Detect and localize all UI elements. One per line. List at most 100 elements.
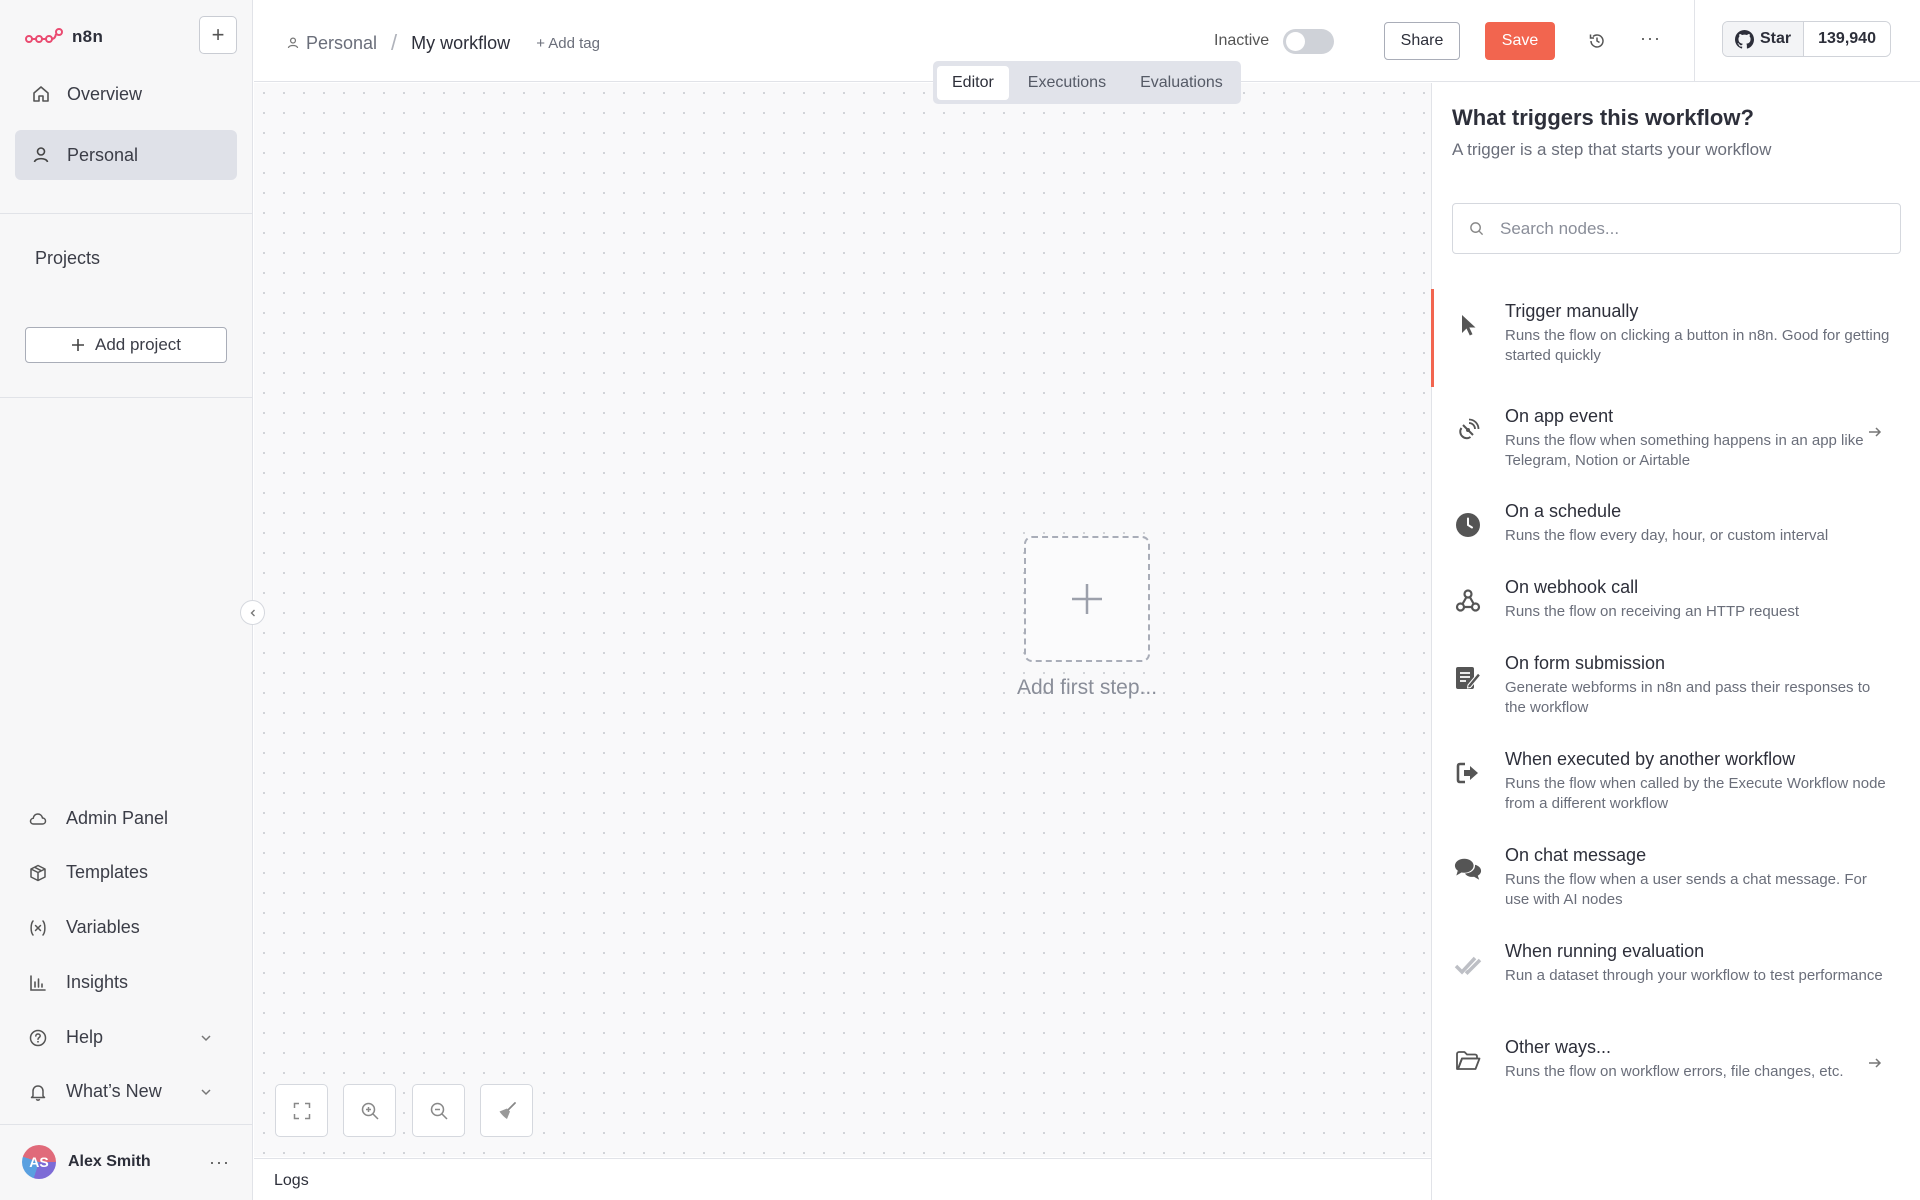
- workflow-canvas[interactable]: [254, 83, 1431, 1157]
- sidebar-item-insights[interactable]: Insights: [28, 972, 213, 993]
- chevron-down-icon: [201, 1034, 211, 1041]
- workflow-name[interactable]: My workflow: [411, 33, 510, 54]
- cursor-icon: [1454, 311, 1482, 339]
- github-star-count: 139,940: [1804, 22, 1890, 56]
- sidebar-item-templates[interactable]: Templates: [28, 862, 213, 883]
- trigger-item-sub-workflow[interactable]: When executed by another workflow Runs t…: [1432, 749, 1920, 819]
- zoom-in-icon: [361, 1102, 379, 1120]
- n8n-logo-icon: [25, 28, 63, 43]
- trigger-description: Runs the flow on clicking a button in n8…: [1505, 327, 1890, 364]
- zoom-to-fit-button[interactable]: [275, 1084, 328, 1137]
- trigger-item-schedule[interactable]: On a schedule Runs the flow every day, h…: [1432, 501, 1920, 551]
- trigger-item-form[interactable]: On form submission Generate webforms in …: [1432, 653, 1920, 723]
- user-name: Alex Smith: [68, 1153, 151, 1170]
- trigger-description: Run a dataset through your workflow to t…: [1505, 967, 1883, 984]
- search-icon: [1470, 222, 1484, 236]
- trigger-item-app-event[interactable]: On app event Runs the flow when somethin…: [1432, 406, 1920, 476]
- trigger-title: On webhook call: [1505, 577, 1639, 597]
- sidebar-item-personal[interactable]: Personal: [15, 130, 237, 180]
- create-new-button[interactable]: +: [199, 16, 237, 54]
- trigger-item-chat[interactable]: On chat message Runs the flow when a use…: [1432, 845, 1920, 915]
- search-nodes-box[interactable]: [1452, 203, 1901, 254]
- webhook-icon: [1454, 587, 1482, 615]
- box-icon: [30, 864, 46, 881]
- tab-evaluations[interactable]: Evaluations: [1125, 66, 1238, 100]
- trigger-description: Generate webforms in n8n and pass their …: [1505, 679, 1871, 716]
- trigger-item-webhook[interactable]: On webhook call Runs the flow on receivi…: [1432, 577, 1920, 627]
- user-icon: [287, 37, 299, 49]
- add-project-label: Add project: [95, 335, 181, 354]
- sidebar-divider: [0, 213, 253, 214]
- user-menu[interactable]: AS Alex Smith ···: [22, 1144, 230, 1180]
- trigger-panel: What triggers this workflow? A trigger i…: [1431, 83, 1920, 1200]
- clock-icon: [1454, 511, 1482, 539]
- search-nodes-input[interactable]: [1500, 218, 1880, 239]
- panel-subtitle: A trigger is a step that starts your wor…: [1452, 140, 1772, 159]
- github-star-label: Star: [1760, 30, 1792, 47]
- avatar: AS: [22, 1145, 56, 1179]
- sidebar: n8n + Overview Personal Projects Add pro…: [0, 0, 253, 1200]
- topbar-divider: [1694, 0, 1695, 82]
- n8n-logo[interactable]: n8n: [25, 27, 103, 47]
- trigger-title: On app event: [1505, 406, 1614, 426]
- help-icon: [29, 1029, 47, 1046]
- active-toggle[interactable]: [1283, 29, 1334, 54]
- logs-label: Logs: [274, 1172, 309, 1189]
- trigger-title: Trigger manually: [1505, 301, 1639, 321]
- github-icon: [1735, 29, 1754, 49]
- sidebar-item-label: Templates: [66, 862, 149, 882]
- logs-panel[interactable]: Logs: [254, 1158, 1431, 1200]
- sign-in-icon: [1454, 759, 1482, 787]
- zoom-out-button[interactable]: [412, 1084, 465, 1137]
- panel-title: What triggers this workflow?: [1452, 105, 1754, 130]
- sidebar-item-help[interactable]: Help: [28, 1027, 213, 1048]
- tab-editor[interactable]: Editor: [937, 65, 1009, 100]
- breadcrumb-separator: /: [391, 30, 398, 55]
- github-star-button[interactable]: Star: [1723, 22, 1805, 56]
- add-tag-button[interactable]: + Add tag: [536, 35, 600, 52]
- collapse-sidebar-button[interactable]: [240, 600, 265, 625]
- logo-text: n8n: [72, 27, 104, 46]
- more-options-button[interactable]: ···: [1640, 28, 1661, 49]
- sidebar-item-label: Personal: [67, 144, 139, 165]
- plus-icon: [72, 339, 84, 351]
- bell-icon: [30, 1084, 46, 1101]
- chart-icon: [30, 974, 46, 991]
- breadcrumb-project[interactable]: Personal: [286, 33, 377, 54]
- sidebar-item-label: Variables: [66, 917, 140, 937]
- trigger-title: On form submission: [1505, 653, 1666, 673]
- share-button[interactable]: Share: [1384, 22, 1460, 60]
- broom-icon: [499, 1101, 516, 1119]
- save-button[interactable]: Save: [1485, 22, 1555, 60]
- view-tabs: Editor Executions Evaluations: [933, 61, 1241, 104]
- sidebar-item-label: What’s New: [66, 1081, 162, 1101]
- fit-view-icon: [293, 1102, 310, 1119]
- add-first-step-button[interactable]: [1024, 536, 1150, 662]
- trigger-description: Runs the flow on receiving an HTTP reque…: [1505, 603, 1800, 620]
- sidebar-item-admin-panel[interactable]: Admin Panel: [28, 808, 213, 829]
- github-star-widget[interactable]: Star 139,940: [1722, 21, 1891, 57]
- sidebar-item-overview[interactable]: Overview: [15, 69, 237, 119]
- breadcrumb-project-label: Personal: [306, 32, 378, 53]
- chevron-down-icon: [201, 1088, 211, 1095]
- trigger-title: When running evaluation: [1505, 941, 1705, 961]
- trigger-item-manual[interactable]: Trigger manually Runs the flow on clicki…: [1431, 289, 1920, 397]
- sidebar-divider: [0, 1124, 253, 1125]
- trigger-title: On chat message: [1505, 845, 1647, 865]
- sidebar-item-variables[interactable]: Variables: [28, 917, 213, 938]
- history-icon[interactable]: [1587, 31, 1607, 51]
- trigger-item-evaluation[interactable]: When running evaluation Run a dataset th…: [1432, 941, 1920, 1011]
- tidy-up-button[interactable]: [480, 1084, 533, 1137]
- add-first-step-label: Add first step...: [1016, 676, 1158, 699]
- trigger-item-other-ways[interactable]: Other ways... Runs the flow on workflow …: [1432, 1037, 1920, 1107]
- tab-executions[interactable]: Executions: [1013, 66, 1121, 100]
- user-icon: [33, 147, 49, 163]
- user-more-button[interactable]: ···: [209, 1152, 230, 1173]
- sidebar-item-whats-new[interactable]: What’s New: [28, 1081, 213, 1102]
- zoom-in-button[interactable]: [343, 1084, 396, 1137]
- sidebar-item-label: Help: [66, 1027, 104, 1047]
- sidebar-item-label: Insights: [66, 972, 129, 992]
- zoom-out-icon: [430, 1102, 448, 1120]
- add-project-button[interactable]: Add project: [25, 327, 227, 363]
- cloud-icon: [29, 812, 47, 825]
